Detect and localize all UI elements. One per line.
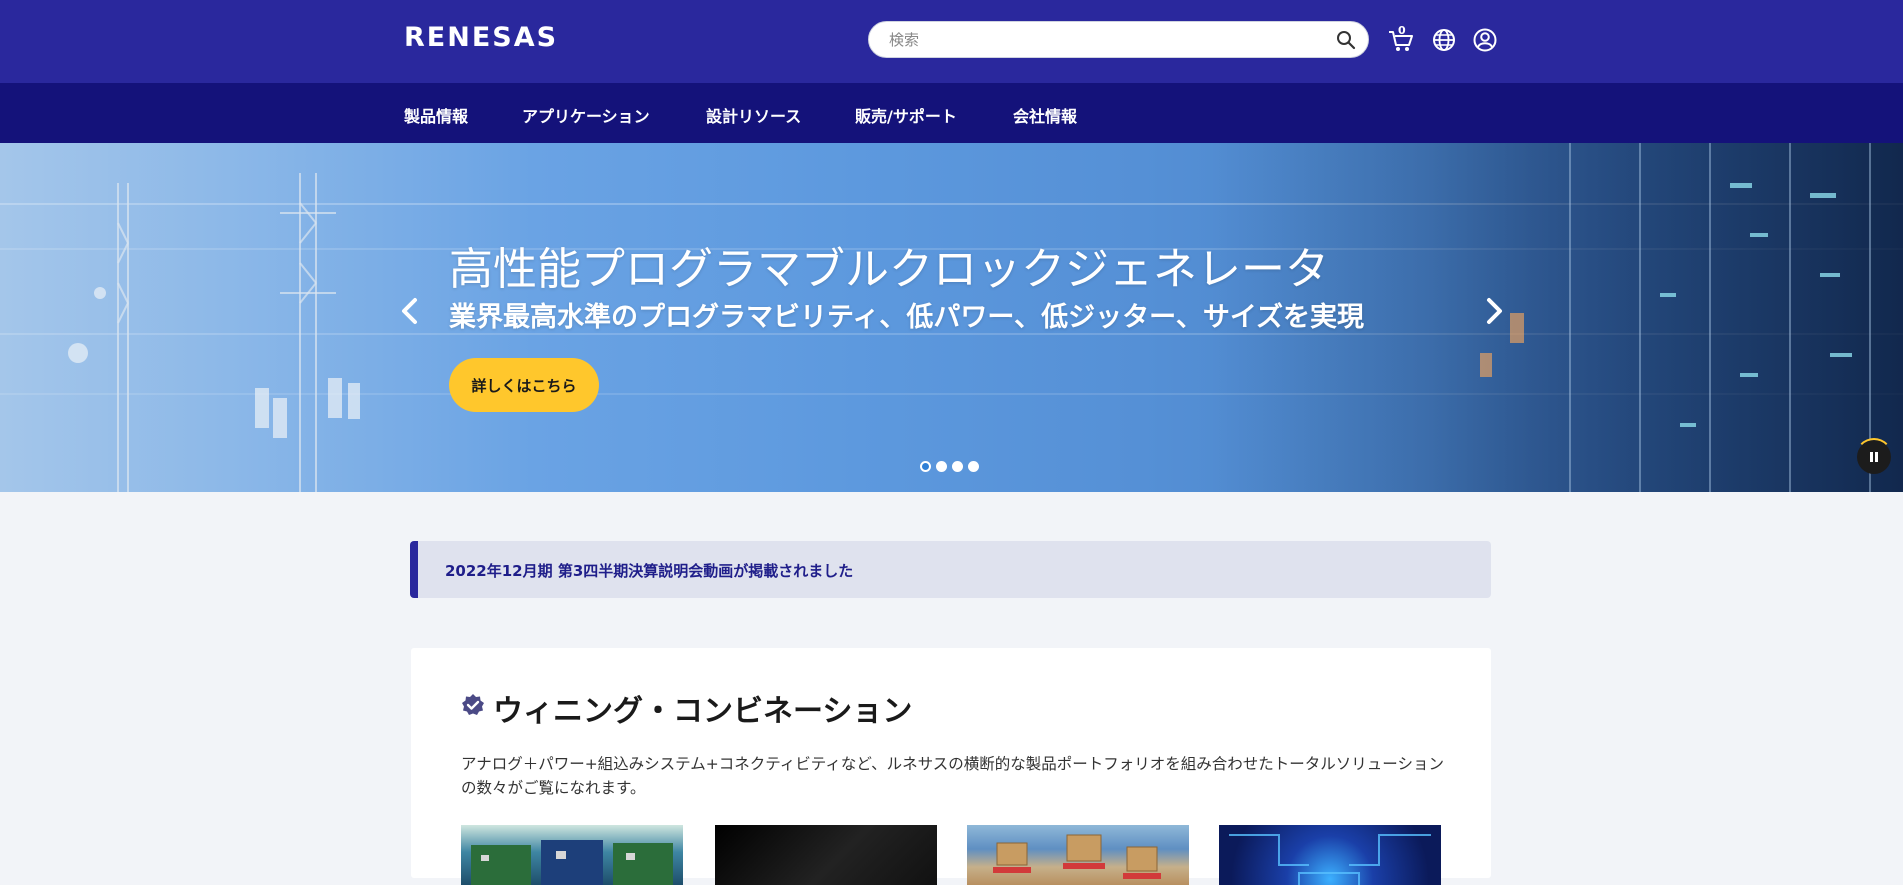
- hero-carousel: 高性能プログラマブルクロックジェネレータ 業界最高水準のプログラマビリティ、低パ…: [0, 143, 1903, 492]
- carousel-dot-4[interactable]: [968, 461, 979, 472]
- solution-thumbnail-4[interactable]: [1219, 825, 1441, 885]
- hero-subtitle: 業界最高水準のプログラマビリティ、低パワー、低ジッター、サイズを実現: [449, 302, 1365, 333]
- search-box: [868, 21, 1369, 58]
- carousel-dot-1[interactable]: [920, 461, 931, 472]
- news-notice[interactable]: 2022年12月期 第3四半期決算説明会動画が掲載されました: [410, 541, 1491, 598]
- main-nav: 製品情報 アプリケーション 設計リソース 販売/サポート 会社情報: [0, 83, 1903, 143]
- globe-icon[interactable]: [1430, 26, 1458, 54]
- section-title: ウィニング・コンビネーション: [493, 694, 913, 729]
- user-icon[interactable]: [1471, 26, 1499, 54]
- nav-item-sales-support[interactable]: 販売/サポート: [855, 103, 957, 127]
- search-input[interactable]: [889, 30, 1309, 50]
- search-icon[interactable]: [1336, 30, 1356, 50]
- logistics-illustration: [993, 834, 1161, 879]
- nav-item-company[interactable]: 会社情報: [1013, 103, 1077, 127]
- nav-item-products[interactable]: 製品情報: [404, 103, 468, 127]
- renesas-logo[interactable]: RENESAS: [404, 22, 558, 53]
- board-illustration: [471, 840, 673, 885]
- autoplay-progress-ring: [1855, 438, 1893, 476]
- solution-thumbnail-1[interactable]: [461, 825, 683, 885]
- carousel-next-arrow-icon[interactable]: [1484, 296, 1506, 326]
- tower-illustration: [68, 173, 360, 492]
- carousel-dots: [920, 461, 979, 472]
- solution-thumbnail-2[interactable]: [715, 825, 937, 885]
- carousel-prev-arrow-icon[interactable]: [398, 296, 420, 326]
- nav-item-design-resources[interactable]: 設計リソース: [706, 103, 801, 127]
- nav-item-applications[interactable]: アプリケーション: [522, 103, 650, 127]
- hero-cta-button[interactable]: 詳しくはこちら: [449, 358, 599, 412]
- notice-link[interactable]: 2022年12月期 第3四半期決算説明会動画が掲載されました: [445, 560, 853, 581]
- carousel-dot-3[interactable]: [952, 461, 963, 472]
- winning-combination-section: ウィニング・コンビネーション アナログ＋パワー+組込みシステム+コネクティビティ…: [411, 648, 1491, 885]
- circuit-illustration: [1229, 834, 1431, 885]
- hero-title: 高性能プログラマブルクロックジェネレータ: [449, 244, 1329, 295]
- top-header: RENESAS 0: [0, 0, 1903, 83]
- section-description: アナログ＋パワー+組込みシステム+コネクティビティなど、ルネサスの横断的な製品ポ…: [461, 755, 1444, 797]
- carousel-dot-2[interactable]: [936, 461, 947, 472]
- solution-thumbnail-3[interactable]: [967, 825, 1189, 885]
- carousel-pause-button[interactable]: [1855, 438, 1893, 476]
- verified-badge-icon: [462, 694, 484, 715]
- cart-count-badge: 0: [1398, 24, 1406, 37]
